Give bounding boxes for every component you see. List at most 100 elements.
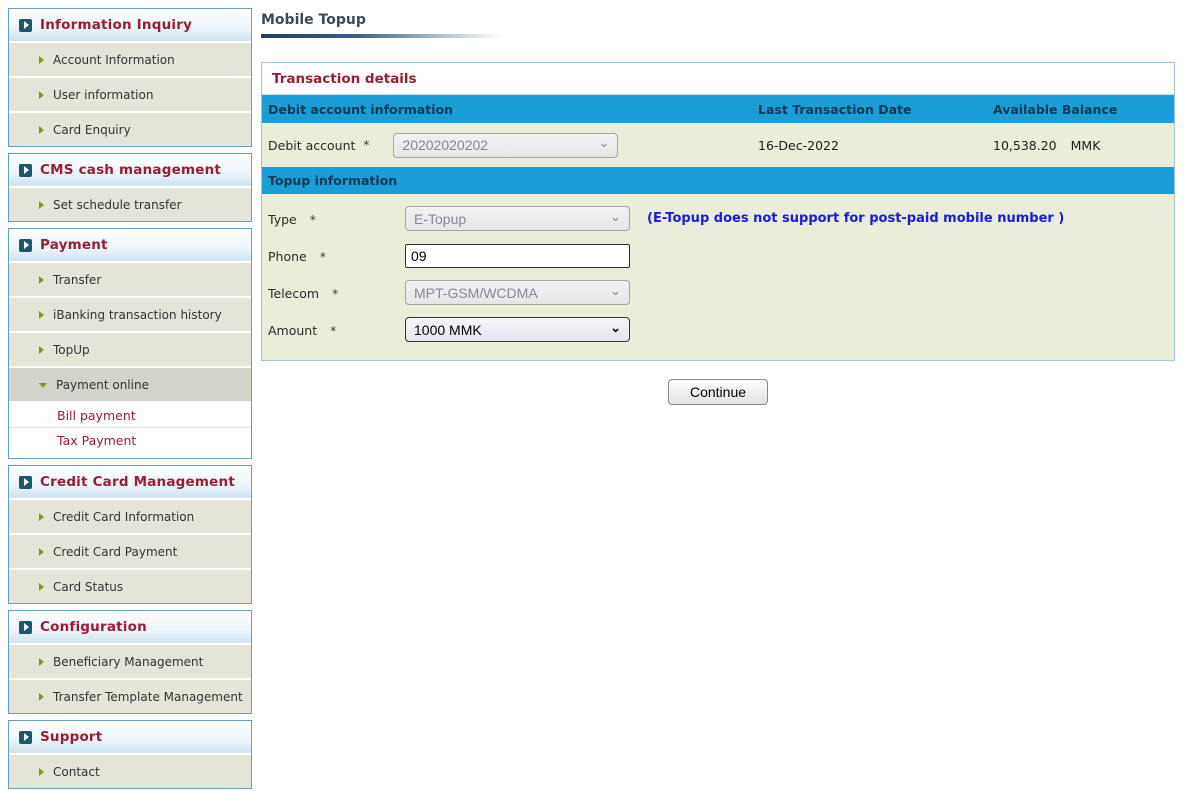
sidebar-item-user-information[interactable]: User information (9, 76, 251, 111)
arrow-right-icon (39, 310, 44, 319)
page-title: Mobile Topup (261, 12, 366, 28)
sidebar-item-payment-online[interactable]: Payment online (9, 366, 251, 401)
type-label: Type (268, 212, 297, 227)
type-value: E-Topup (414, 210, 467, 227)
telecom-row: Telecom * MPT-GSM/WCDMA ⌄ (262, 274, 1174, 311)
section-title: Credit Card Management (40, 474, 235, 490)
telecom-select[interactable]: MPT-GSM/WCDMA ⌄ (405, 280, 630, 305)
expand-arrow-icon (19, 163, 32, 177)
sidebar-section-support: Support Contact (8, 720, 252, 789)
arrow-right-icon (39, 125, 44, 134)
amount-value: 1000 MMK (414, 321, 482, 338)
sidebar-item-label: TopUp (53, 342, 90, 357)
sidebar-section-information-inquiry: Information Inquiry Account Information … (8, 8, 252, 147)
type-select[interactable]: E-Topup ⌄ (405, 206, 630, 231)
expand-arrow-icon (19, 475, 32, 489)
amount-label-cell: Amount * (268, 320, 405, 339)
required-asterisk: * (363, 138, 370, 152)
sidebar-item-card-status[interactable]: Card Status (9, 568, 251, 603)
title-underline (261, 34, 501, 38)
telecom-label: Telecom (268, 286, 320, 301)
sidebar-item-topup[interactable]: TopUp (9, 331, 251, 366)
panel-title: Transaction details (262, 63, 1174, 95)
sidebar-item-account-information[interactable]: Account Information (9, 41, 251, 76)
sidebar-item-transfer-template-management[interactable]: Transfer Template Management (9, 678, 251, 713)
sidebar-item-label: Beneficiary Management (53, 654, 204, 669)
sidebar-item-card-enquiry[interactable]: Card Enquiry (9, 111, 251, 146)
phone-label-cell: Phone * (268, 246, 405, 265)
expand-arrow-icon (19, 620, 32, 634)
sidebar-header-information-inquiry[interactable]: Information Inquiry (9, 9, 251, 41)
payment-online-submenu: Bill payment Tax Payment (9, 401, 251, 458)
chevron-down-icon: ⌄ (610, 282, 621, 298)
expand-arrow-icon (19, 730, 32, 744)
phone-input[interactable] (405, 243, 630, 268)
debit-header-col3: Available Balance (993, 101, 1118, 117)
section-title: Information Inquiry (40, 17, 193, 33)
amount-label: Amount (268, 323, 318, 338)
transaction-details-panel: Transaction details Debit account inform… (261, 62, 1175, 361)
app-window: Information Inquiry Account Information … (0, 0, 1184, 791)
sidebar-item-beneficiary-management[interactable]: Beneficiary Management (9, 643, 251, 678)
sidebar-item-label: Credit Card Payment (53, 544, 178, 559)
sidebar-header-support[interactable]: Support (9, 721, 251, 753)
sidebar-section-credit-card-management: Credit Card Management Credit Card Infor… (8, 465, 252, 604)
sidebar-header-configuration[interactable]: Configuration (9, 611, 251, 643)
chevron-down-icon: ⌄ (610, 319, 621, 335)
debit-account-cell: Debit account * 20202020202 ⌄ (262, 132, 752, 158)
sidebar-subitem-tax-payment[interactable]: Tax Payment (9, 427, 251, 452)
balance-currency: MMK (1070, 137, 1101, 153)
sidebar-item-contact[interactable]: Contact (9, 753, 251, 788)
section-title: CMS cash management (40, 162, 222, 178)
debit-account-select[interactable]: 20202020202 ⌄ (393, 132, 619, 158)
available-balance-cell: 10,538.20 MMK (987, 138, 1174, 153)
arrow-right-icon (39, 512, 44, 521)
type-label-cell: Type * (268, 209, 405, 228)
sidebar-subitem-label: Bill payment (57, 407, 136, 423)
arrow-right-icon (39, 200, 44, 209)
arrow-right-icon (39, 55, 44, 64)
section-title: Payment (40, 237, 108, 253)
arrow-down-icon (39, 383, 47, 388)
sidebar-nav: Information Inquiry Account Information … (8, 8, 252, 791)
section-title: Configuration (40, 619, 147, 635)
continue-button[interactable]: Continue (668, 379, 768, 405)
sidebar-subitem-bill-payment[interactable]: Bill payment (9, 401, 251, 427)
main-content: Mobile Topup Transaction details Debit a… (261, 0, 1175, 405)
sidebar-item-label: Set schedule transfer (53, 197, 182, 212)
arrow-right-icon (39, 345, 44, 354)
topup-form: Type * E-Topup ⌄ (E-Topup does not suppo… (262, 194, 1174, 360)
debit-account-row: Debit account * 20202020202 ⌄ 16-Dec-202… (262, 123, 1174, 167)
arrow-right-icon (39, 275, 44, 284)
sidebar-item-label: Credit Card Information (53, 509, 195, 524)
arrow-right-icon (39, 657, 44, 666)
sidebar-item-label: Card Status (53, 579, 124, 594)
sidebar-item-label: Account Information (53, 52, 175, 67)
amount-row: Amount * 1000 MMK ⌄ (262, 311, 1174, 348)
sidebar-item-label: Transfer Template Management (53, 689, 243, 704)
debit-header-col1: Debit account information (268, 101, 453, 117)
sidebar-header-credit-card-management[interactable]: Credit Card Management (9, 466, 251, 498)
amount-select[interactable]: 1000 MMK ⌄ (405, 317, 630, 342)
telecom-label-cell: Telecom * (268, 283, 405, 302)
sidebar-item-credit-card-payment[interactable]: Credit Card Payment (9, 533, 251, 568)
sidebar-item-ibanking-transaction-history[interactable]: iBanking transaction history (9, 296, 251, 331)
arrow-right-icon (39, 692, 44, 701)
arrow-right-icon (39, 767, 44, 776)
sidebar-header-payment[interactable]: Payment (9, 229, 251, 261)
sidebar-item-transfer[interactable]: Transfer (9, 261, 251, 296)
sidebar-item-label: User information (53, 87, 154, 102)
sidebar-subitem-label: Tax Payment (57, 432, 137, 448)
required-asterisk: * (309, 213, 316, 227)
required-asterisk: * (332, 287, 339, 301)
debit-account-label: Debit account (268, 137, 356, 153)
chevron-down-icon: ⌄ (610, 208, 621, 224)
section-title: Support (40, 729, 103, 745)
sidebar-header-cms-cash-management[interactable]: CMS cash management (9, 154, 251, 186)
phone-label: Phone (268, 249, 307, 264)
sidebar-item-label: Card Enquiry (53, 122, 131, 137)
sidebar-item-set-schedule-transfer[interactable]: Set schedule transfer (9, 186, 251, 221)
sidebar-item-credit-card-information[interactable]: Credit Card Information (9, 498, 251, 533)
phone-row: Phone * (262, 237, 1174, 274)
continue-button-row: Continue (261, 379, 1175, 405)
